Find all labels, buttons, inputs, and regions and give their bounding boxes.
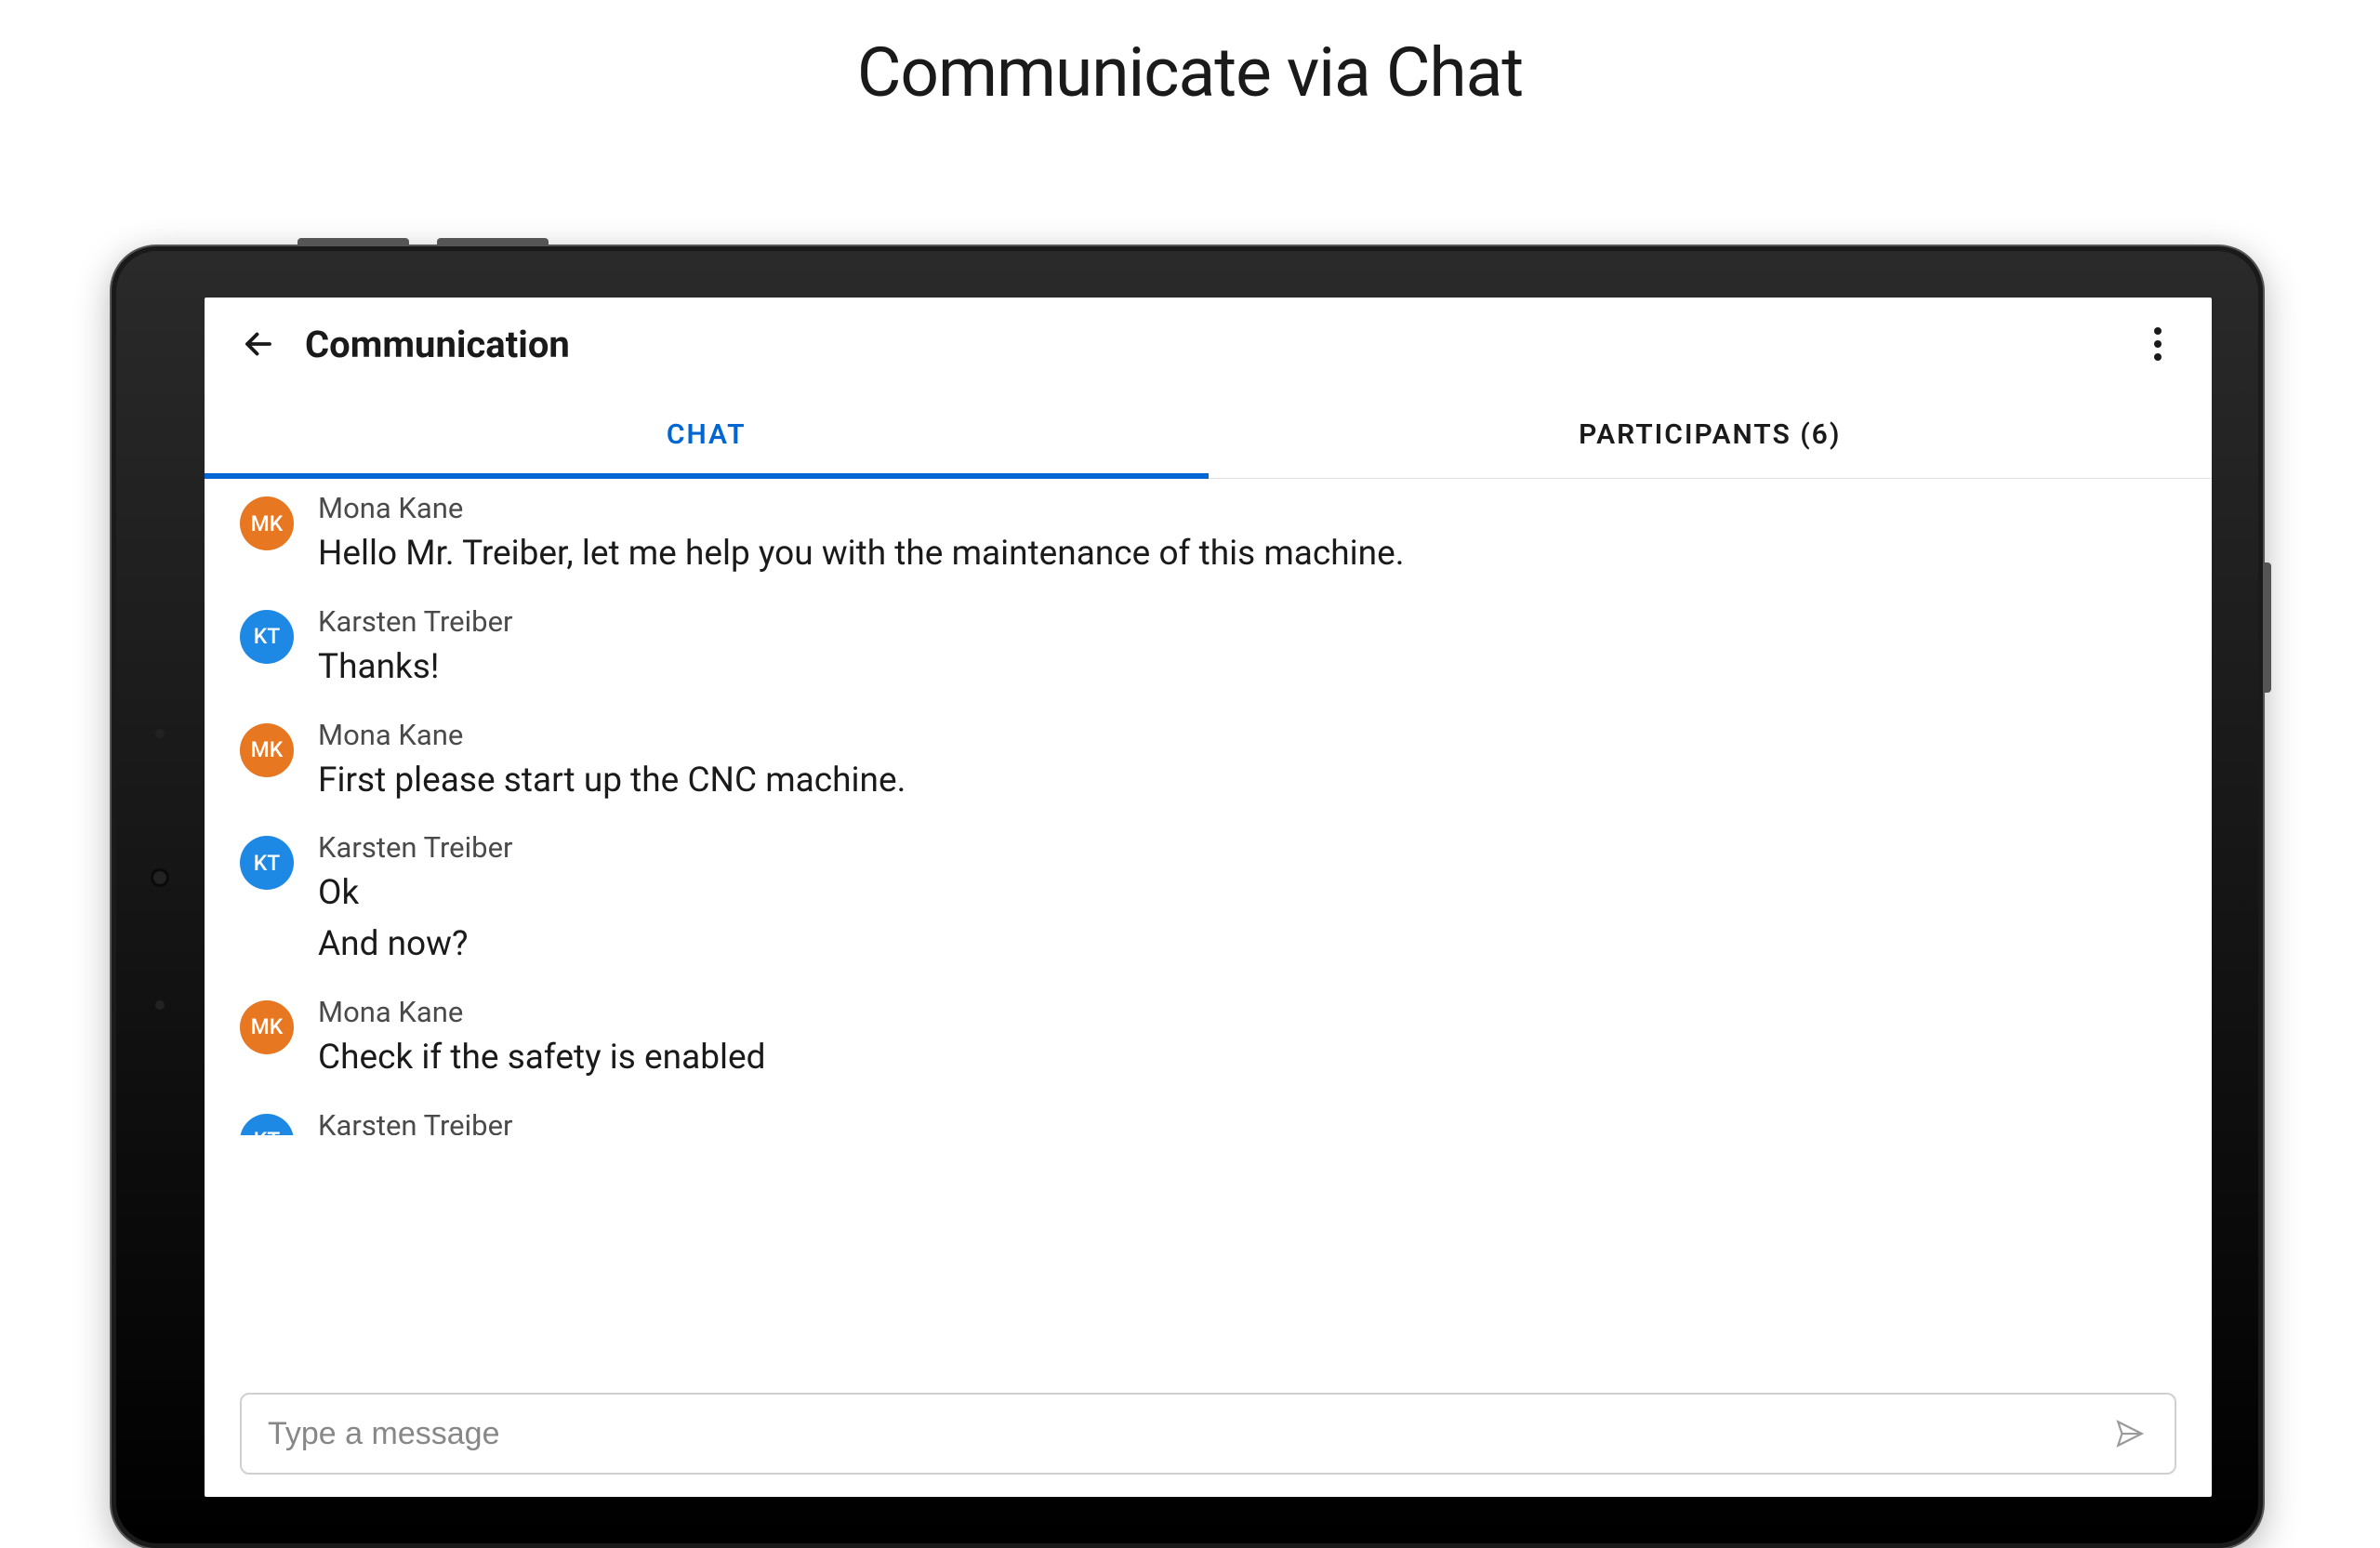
- app-header: Communication: [205, 298, 2212, 390]
- sender-name: Mona Kane: [318, 491, 2176, 525]
- message-text: And now?: [318, 920, 2176, 971]
- tablet-hw-button: [437, 238, 549, 246]
- sender-name: Mona Kane: [318, 995, 2176, 1029]
- tablet-hw-button: [298, 238, 409, 246]
- arrow-left-icon: [242, 327, 275, 361]
- chat-message: MK Mona Kane Check if the safety is enable…: [240, 983, 2176, 1096]
- sender-name: Karsten Treiber: [318, 1108, 2176, 1135]
- avatar: MK: [240, 1000, 294, 1054]
- tablet-bezel: Communication CHAT PARTICIPANTS (6) MK Mo…: [116, 251, 2258, 1543]
- tablet-frame: Communication CHAT PARTICIPANTS (6) MK Mo…: [112, 246, 2263, 1548]
- send-button[interactable]: [2111, 1415, 2149, 1452]
- chat-message: MK Mona Kane First please start up the CNC…: [240, 706, 2176, 819]
- message-body: Mona Kane First please start up the CNC m…: [318, 718, 2176, 807]
- sender-name: Mona Kane: [318, 718, 2176, 752]
- message-body: Karsten TreiberThanks!: [318, 604, 2176, 694]
- message-text: Thanks!: [318, 642, 2176, 694]
- page-title: Communication: [305, 323, 570, 366]
- app-screen: Communication CHAT PARTICIPANTS (6) MK Mo…: [205, 298, 2212, 1497]
- avatar: MK: [240, 723, 294, 777]
- composer-wrap: [240, 1393, 2176, 1475]
- avatar: KT: [240, 610, 294, 664]
- tablet-sensor: [155, 1000, 165, 1010]
- chat-message: KT Karsten Treiber: [240, 1096, 2176, 1135]
- message-text: Ok: [318, 868, 2176, 920]
- tablet-camera: [153, 871, 166, 884]
- send-icon: [2114, 1418, 2146, 1449]
- sender-name: Karsten Treiber: [318, 604, 2176, 639]
- avatar: KT: [240, 836, 294, 890]
- more-vertical-icon: [2154, 327, 2162, 361]
- avatar: MK: [240, 496, 294, 550]
- more-button[interactable]: [2139, 325, 2176, 363]
- message-body: Karsten Treiber: [318, 1108, 2176, 1135]
- tablet-hw-button: [2263, 562, 2271, 693]
- tab-chat[interactable]: CHAT: [205, 390, 1209, 478]
- tablet-sensor: [155, 729, 165, 738]
- composer: [205, 1370, 2212, 1497]
- message-text: Hello Mr. Treiber, let me help you with …: [318, 529, 2176, 580]
- message-body: Mona Kane Hello Mr. Treiber, let me help …: [318, 491, 2176, 580]
- chat-message: MK Mona Kane Hello Mr. Treiber, let me hel…: [240, 479, 2176, 592]
- page-heading: Communicate via Chat: [0, 33, 2380, 112]
- chat-message: KT Karsten TreiberThanks!: [240, 592, 2176, 706]
- message-body: Karsten TreiberOkAnd now?: [318, 830, 2176, 971]
- tab-bar: CHAT PARTICIPANTS (6): [205, 390, 2212, 479]
- message-text: Check if the safety is enabled: [318, 1033, 2176, 1084]
- chat-scroll-area[interactable]: MK Mona Kane Hello Mr. Treiber, let me hel…: [205, 479, 2212, 1370]
- tab-participants[interactable]: PARTICIPANTS (6): [1209, 390, 2213, 478]
- chat-message: KT Karsten TreiberOkAnd now?: [240, 818, 2176, 983]
- avatar: KT: [240, 1114, 294, 1135]
- sender-name: Karsten Treiber: [318, 830, 2176, 865]
- message-text: First please start up the CNC machine.: [318, 756, 2176, 807]
- back-button[interactable]: [240, 325, 277, 363]
- message-input[interactable]: [268, 1416, 2111, 1452]
- message-body: Mona Kane Check if the safety is enabled: [318, 995, 2176, 1084]
